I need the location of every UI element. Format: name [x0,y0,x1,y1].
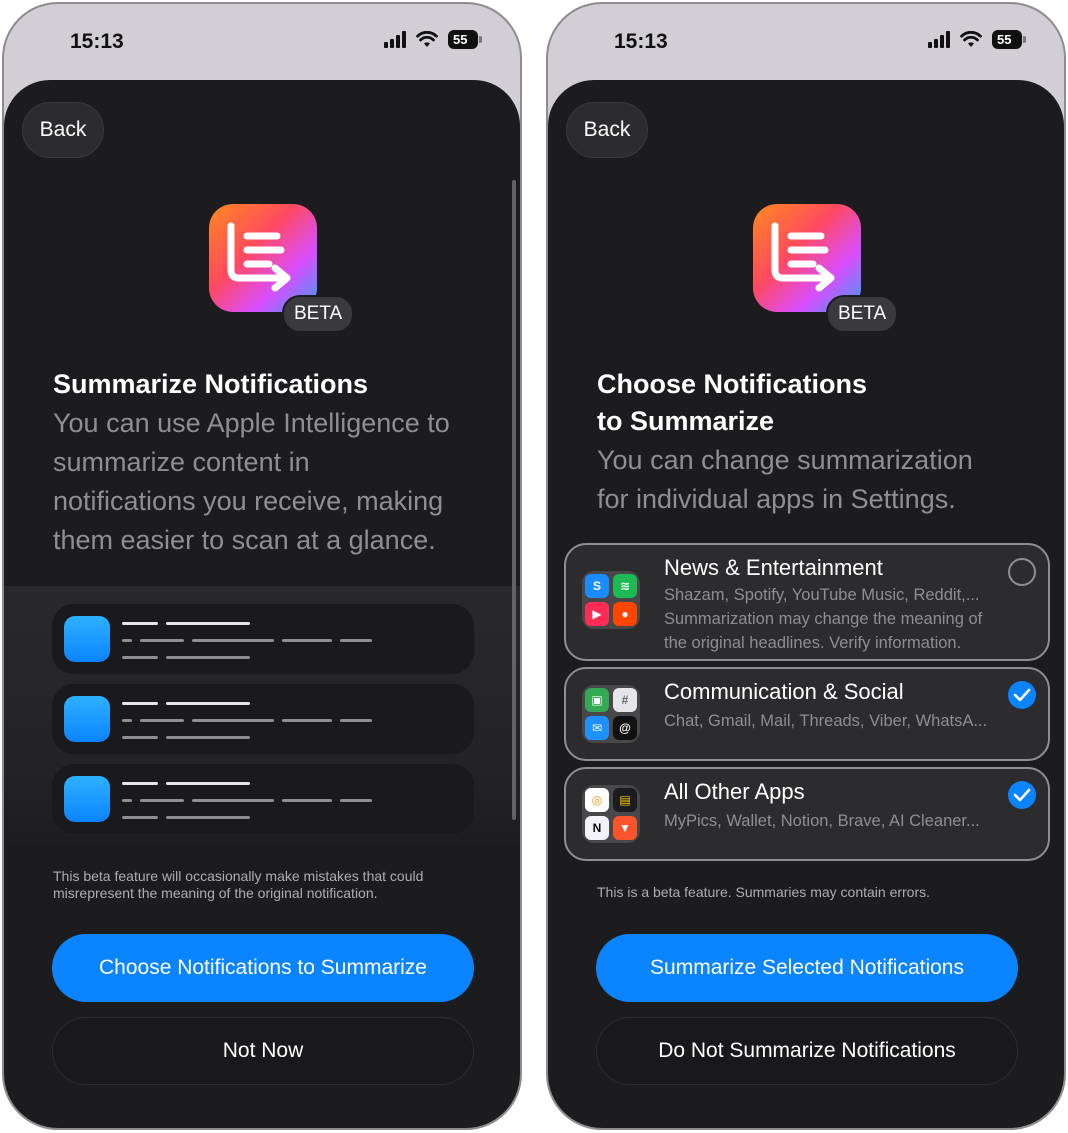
choose-notifications-button[interactable]: Choose Notifications to Summarize [52,934,474,1002]
do-not-summarize-button[interactable]: Do Not Summarize Notifications [596,1017,1018,1085]
page-title: Choose Notifications to Summarize [597,366,867,440]
chat-icon: ▣ [585,688,609,712]
preview-notification [52,764,474,834]
option-apps: MyPics, Wallet, Notion, Brave, AI Cleane… [664,812,980,830]
preview-app-icon [64,616,110,662]
choose-sheet: Back BETA Choose Notifications to Summar… [548,80,1064,1128]
option-apps: Chat, Gmail, Mail, Threads, Viber, Whats… [664,712,988,730]
brave-icon: ▼ [613,816,637,840]
option-note: the original headlines. Verify informati… [664,634,962,652]
wifi-icon [416,31,438,47]
phone-left: 15:13 55 Back BETA Summarize Notificatio… [2,2,522,1130]
status-time: 15:13 [70,30,124,53]
wallet-icon: ▤ [613,788,637,812]
subtitle-line: summarize content in [53,447,310,477]
shazam-icon: S [585,574,609,598]
unchecked-circle-icon[interactable] [1008,558,1036,586]
signal-icon [928,31,950,48]
mail-icon: ✉ [585,716,609,740]
app-icons-grid: S ≋ ▶ ● [582,571,640,629]
disclaimer-line: This beta feature will occasionally make… [53,868,424,884]
wifi-icon [960,31,982,47]
app-icons-grid: ◎ ▤ N ▼ [582,785,640,843]
spotify-icon: ≋ [613,574,637,598]
subtitle-line: notifications you receive, making [53,486,444,516]
subtitle-line: You can use Apple Intelligence to [53,408,450,438]
preview-app-icon [64,696,110,742]
checkmark-icon[interactable] [1008,681,1036,709]
phone-right: 15:13 55 Back BETA Choose Notifications … [546,2,1066,1130]
disclaimer-line: misrepresent the meaning of the original… [53,885,378,901]
page-title: Summarize Notifications [53,369,369,399]
mypics-icon: ◎ [585,788,609,812]
back-button[interactable]: Back [566,102,648,158]
app-icons-grid: ▣ # ✉ @ [582,685,640,743]
summarize-glyph-icon [227,222,291,292]
option-title: All Other Apps [664,779,805,804]
preview-notification [52,684,474,754]
beta-disclaimer: This is a beta feature. Summaries may co… [597,884,931,900]
preview-app-icon [64,776,110,822]
preview-notification [52,604,474,674]
scroll-indicator[interactable] [512,180,516,820]
beta-disclaimer: This beta feature will occasionally make… [53,868,483,902]
option-news-entertainment[interactable]: S ≋ ▶ ● News & Entertainment Shazam, Spo… [564,543,1050,661]
option-title: Communication & Social [664,679,904,704]
youtube-music-icon: ▶ [585,602,609,626]
status-icons: 55 [384,30,482,49]
status-bar: 15:13 55 [548,4,1064,82]
back-button[interactable]: Back [22,102,104,158]
status-icons: 55 [928,30,1026,49]
summarize-glyph-icon [771,222,835,292]
title-line: to Summarize [597,406,775,436]
title-line: Choose Notifications [597,369,868,399]
reddit-icon: ● [613,602,637,626]
option-note: Summarization may change the meaning of [664,610,983,628]
summarize-selected-button[interactable]: Summarize Selected Notifications [596,934,1018,1002]
subtitle-line: You can change summarization [597,445,973,475]
not-now-button[interactable]: Not Now [52,1017,474,1085]
battery-icon: 55 [992,30,1026,49]
status-bar: 15:13 55 [4,4,520,82]
checkmark-icon[interactable] [1008,781,1036,809]
battery-level: 55 [453,32,468,47]
subtitle-line: for individual apps in Settings. [597,484,956,514]
notion-icon: N [585,816,609,840]
notification-preview [4,586,520,852]
threads-icon: @ [613,716,637,740]
signal-icon [384,31,406,48]
subtitle-line: them easier to scan at a glance. [53,525,436,555]
beta-badge: BETA [282,295,355,333]
option-title: News & Entertainment [664,555,883,580]
option-apps: Shazam, Spotify, YouTube Music, Reddit,.… [664,586,980,604]
page-subtitle: You can change summarization for individ… [597,441,973,519]
page-subtitle: You can use Apple Intelligence to summar… [53,404,450,560]
gmail-icon: # [613,688,637,712]
status-time: 15:13 [614,30,668,53]
option-all-other-apps[interactable]: ◎ ▤ N ▼ All Other Apps MyPics, Wallet, N… [564,767,1050,861]
beta-badge: BETA [826,295,899,333]
summarize-sheet: Back BETA Summarize Notifications You ca… [4,80,520,1128]
option-communication-social[interactable]: ▣ # ✉ @ Communication & Social Chat, Gma… [564,667,1050,761]
battery-icon: 55 [448,30,482,49]
battery-level: 55 [997,32,1012,47]
